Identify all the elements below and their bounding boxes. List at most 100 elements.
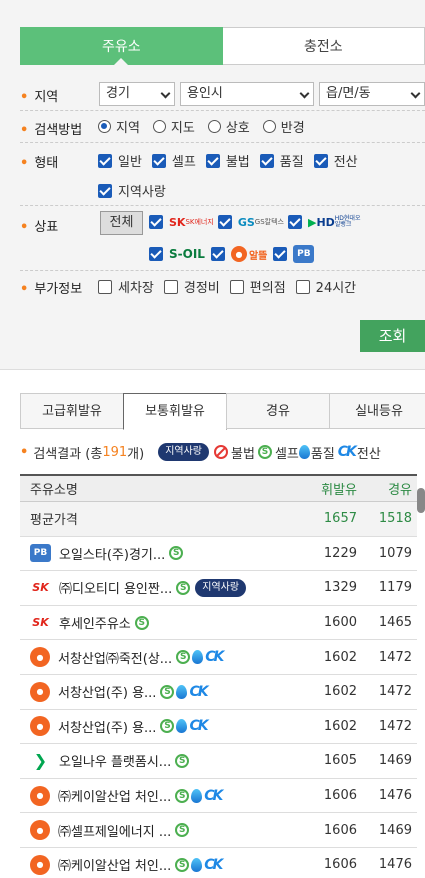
- diesel-price: 1476: [378, 788, 412, 804]
- self-icon: S: [160, 719, 175, 734]
- gasoline-price: 1606: [323, 822, 357, 838]
- town-select[interactable]: 읍/면/동: [319, 82, 425, 106]
- checkbox-checked-icon: [273, 247, 288, 261]
- table-row[interactable]: ● ㈜케이알산업 처인... S CK 1606 1476: [20, 848, 417, 878]
- regional-badge: 지역사랑: [158, 443, 210, 461]
- extra-option-repair[interactable]: 경정비: [163, 277, 220, 296]
- brand-soil[interactable]: S-OIL: [149, 247, 205, 261]
- pb-logo-icon: PB: [293, 245, 315, 263]
- tab-diesel[interactable]: 경유: [226, 393, 330, 429]
- station-name[interactable]: ㈜케이알산업 처인...: [58, 855, 171, 874]
- checkbox-checked-icon: [287, 215, 302, 229]
- checkbox-checked-icon: [259, 153, 274, 168]
- extra-option-24h[interactable]: 24시간: [295, 277, 356, 296]
- table-row[interactable]: ● 서창산업㈜죽전(상... S CK 1602 1472: [20, 640, 417, 675]
- checkbox-checked-icon: [151, 153, 166, 168]
- type-checkboxes-row2: 지역사랑: [98, 181, 179, 200]
- altteul-logo-icon: ●: [30, 647, 50, 668]
- chevron-down-icon: [410, 88, 421, 99]
- method-option-map[interactable]: 지도: [152, 117, 195, 136]
- type-option-illegal[interactable]: 불법: [205, 151, 250, 170]
- checkbox-icon: [98, 279, 112, 294]
- station-name[interactable]: 오일스타(주)경기...: [59, 544, 165, 563]
- average-label: 평균가격: [30, 513, 78, 529]
- table-row[interactable]: ● 서창산업(주) 용... S CK 1602 1472: [20, 710, 417, 745]
- tab-gas-station[interactable]: 주유소: [20, 27, 223, 65]
- table-row[interactable]: ● ㈜셀프제일에너지 ... S 1606 1469: [20, 813, 417, 848]
- table-row[interactable]: SK 후세인주유소 S 1600 1465: [20, 606, 417, 641]
- station-name[interactable]: 후세인주유소: [59, 613, 131, 632]
- sk-energy-logo-icon: SK: [32, 581, 49, 595]
- station-name[interactable]: 오일나우 플랫폼시...: [59, 751, 171, 770]
- table-row[interactable]: PB 오일스타(주)경기... S 1229 1079: [20, 537, 417, 572]
- checkbox-checked-icon: [313, 153, 328, 168]
- diesel-price: 1472: [378, 684, 412, 700]
- altteul-logo-icon: ● 알뜰: [230, 246, 267, 262]
- tab-regular-gasoline[interactable]: 보통휘발유: [123, 393, 227, 430]
- computer-ck-icon: CK: [205, 649, 224, 666]
- station-name[interactable]: 서창산업(주) 용...: [58, 682, 156, 701]
- diesel-price: 1079: [378, 545, 412, 561]
- brand-sk[interactable]: SK SK에너지: [149, 215, 214, 229]
- table-row[interactable]: SK ㈜디오티디 용인짠... S 지역사랑 1329 1179: [20, 571, 417, 606]
- brand-all-button[interactable]: 전체: [100, 211, 143, 235]
- table-row[interactable]: ❯ 오일나우 플랫폼시... S 1605 1469: [20, 744, 417, 779]
- checkbox-icon: [295, 279, 310, 294]
- result-count: 191: [102, 444, 128, 460]
- diesel-price: 1476: [378, 857, 412, 873]
- self-icon: S: [134, 615, 149, 630]
- type-option-quality[interactable]: 품질: [259, 151, 304, 170]
- type-label: 형태: [20, 152, 58, 171]
- checkbox-checked-icon: [98, 153, 112, 168]
- type-option-regional-love[interactable]: 지역사랑: [98, 181, 166, 200]
- region-label: 지역: [20, 86, 58, 105]
- extra-option-store[interactable]: 편의점: [229, 277, 286, 296]
- tab-charging-station[interactable]: 충전소: [222, 27, 425, 65]
- method-option-radius[interactable]: 반경: [262, 117, 305, 136]
- city-select[interactable]: 용인시: [180, 82, 314, 106]
- tab-premium-gasoline[interactable]: 고급휘발유: [20, 393, 124, 429]
- method-option-name[interactable]: 상호: [207, 117, 250, 136]
- altteul-logo-icon: ●: [30, 854, 50, 875]
- type-option-general[interactable]: 일반: [98, 151, 142, 170]
- brand-pb[interactable]: PB: [273, 245, 315, 263]
- method-option-region[interactable]: 지역: [98, 117, 140, 136]
- average-gasoline: 1657: [323, 511, 357, 527]
- sk-energy-logo-icon: SK SK에너지: [169, 215, 214, 229]
- extra-info-checkboxes: 세차장 경정비 편의점 24시간: [98, 277, 356, 296]
- checkbox-checked-icon: [205, 153, 220, 168]
- brand-hd[interactable]: ▶ HD HD현대오일뱅크: [287, 215, 363, 229]
- gasoline-price: 1602: [323, 718, 357, 734]
- average-price-row: 평균가격 1657 1518: [20, 502, 417, 537]
- sk-energy-logo-icon: SK: [32, 616, 49, 630]
- fuel-type-tabs: 고급휘발유 보통휘발유 경유 실내등유: [20, 393, 425, 430]
- computer-ck-icon: CK: [189, 683, 208, 700]
- checkbox-icon: [229, 279, 244, 294]
- station-name[interactable]: ㈜케이알산업 처인...: [58, 786, 171, 805]
- type-option-self[interactable]: 셀프: [151, 151, 196, 170]
- province-select[interactable]: 경기: [99, 82, 175, 106]
- search-button[interactable]: 조회: [360, 320, 425, 352]
- station-name[interactable]: ㈜셀프제일에너지 ...: [58, 821, 171, 840]
- diesel-price: 1465: [378, 615, 412, 631]
- regional-badge: 지역사랑: [195, 578, 247, 597]
- brand-gs[interactable]: GS GS칼텍스: [217, 215, 284, 229]
- hd-oilbank-logo-icon: ❯: [33, 751, 48, 771]
- station-name[interactable]: ㈜디오티디 용인짠...: [59, 578, 172, 597]
- brand-altteul[interactable]: ● 알뜰: [210, 246, 267, 262]
- search-panel: 주유소 충전소 지역 경기 용인시 읍/면/동 검색방법 지역 지도 상호 반경…: [0, 0, 425, 370]
- table-row[interactable]: ● ㈜케이알산업 처인... S CK 1606 1476: [20, 779, 417, 814]
- brand-checkboxes-row2: S-OIL ● 알뜰 PB: [149, 245, 315, 263]
- station-type-tabs: 주유소 충전소: [20, 27, 425, 65]
- divider: [20, 270, 425, 271]
- tab-kerosene[interactable]: 실내등유: [329, 393, 425, 429]
- station-name[interactable]: 서창산업(주) 용...: [58, 717, 156, 736]
- gasoline-price: 1606: [323, 857, 357, 873]
- header-gasoline: 휘발유: [321, 483, 357, 498]
- station-name[interactable]: 서창산업㈜죽전(상...: [58, 648, 172, 667]
- scrollbar-thumb[interactable]: [417, 488, 425, 513]
- extra-option-carwash[interactable]: 세차장: [98, 277, 154, 296]
- table-row[interactable]: ● 서창산업(주) 용... S CK 1602 1472: [20, 675, 417, 710]
- type-option-computer[interactable]: 전산: [313, 151, 358, 170]
- illegal-icon: [214, 445, 229, 459]
